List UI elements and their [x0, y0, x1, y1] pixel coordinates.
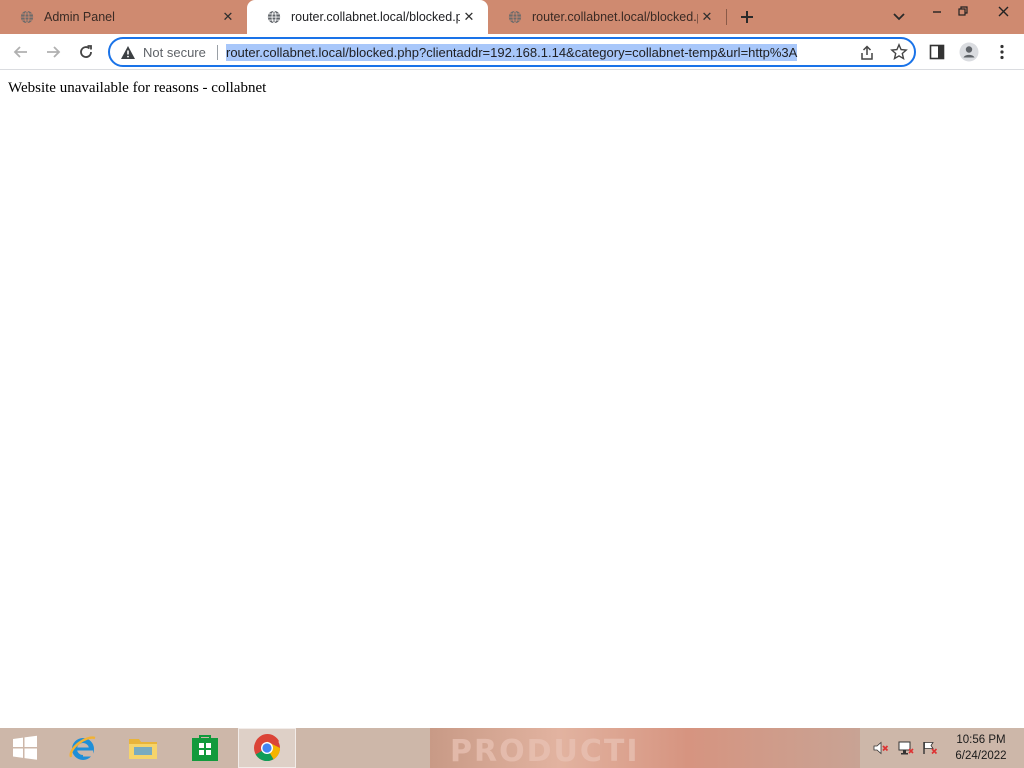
tab-admin-panel[interactable]: Admin Panel ✕ — [0, 0, 247, 34]
internet-explorer-icon — [69, 736, 96, 760]
reload-button[interactable] — [75, 41, 97, 63]
arrow-right-icon — [47, 46, 61, 58]
tab-title: Admin Panel — [44, 10, 115, 24]
internet-explorer-button[interactable] — [54, 728, 112, 768]
folder-icon — [129, 739, 157, 759]
reload-icon — [80, 45, 92, 58]
flag-icon — [923, 742, 938, 755]
store-icon — [192, 735, 218, 761]
address-divider — [217, 45, 218, 60]
browser-menu-button[interactable] — [992, 42, 1012, 62]
warning-icon[interactable] — [120, 45, 136, 60]
globe-icon — [20, 10, 34, 24]
windows-store-button[interactable] — [176, 728, 234, 768]
minimize-icon — [933, 11, 941, 13]
profile-button[interactable] — [959, 42, 979, 62]
file-explorer-button[interactable] — [114, 728, 172, 768]
network-button[interactable] — [897, 740, 915, 756]
browser-toolbar: Not secure router.collabnet.local/blocke… — [0, 34, 1024, 70]
close-icon — [998, 6, 1008, 16]
tab-strip: Admin Panel ✕ router.collabnet.local/blo… — [0, 0, 1024, 34]
restore-button[interactable] — [948, 0, 978, 22]
tab-title: router.collabnet.local/blocked.php — [532, 10, 698, 24]
star-icon[interactable] — [890, 43, 908, 61]
close-tab-icon[interactable]: ✕ — [460, 8, 478, 26]
avatar-icon — [959, 42, 979, 62]
taskbar: PRODUCTI 10:56 PM 6/24/2022 — [0, 728, 1024, 768]
volume-muted-button[interactable] — [872, 740, 890, 756]
globe-icon — [267, 10, 281, 24]
action-center-button[interactable] — [921, 740, 939, 756]
tab-blocked-active[interactable]: router.collabnet.local/blocked.php ✕ — [247, 0, 488, 34]
wallpaper-text: PRODUCTI — [450, 734, 640, 768]
forward-button[interactable] — [42, 41, 64, 63]
chevron-down-icon — [893, 13, 905, 21]
new-tab-button[interactable] — [736, 7, 758, 27]
url-text[interactable]: router.collabnet.local/blocked.php?clien… — [226, 43, 850, 62]
arrow-left-icon — [13, 46, 27, 58]
google-chrome-button[interactable] — [238, 728, 296, 768]
security-status[interactable]: Not secure — [143, 45, 206, 60]
chrome-icon — [254, 734, 281, 762]
restore-icon — [958, 6, 968, 16]
close-window-button[interactable] — [982, 0, 1024, 22]
kebab-menu-icon — [1000, 44, 1004, 60]
url-selection: router.collabnet.local/blocked.php?clien… — [226, 44, 798, 61]
tab-separator — [726, 9, 727, 25]
side-panel-icon — [929, 44, 945, 60]
tab-search-button[interactable] — [888, 8, 910, 26]
close-tab-icon[interactable]: ✕ — [219, 8, 237, 26]
globe-icon — [508, 10, 522, 24]
back-button[interactable] — [10, 41, 32, 63]
share-icon[interactable] — [858, 44, 876, 62]
clock-date: 6/24/2022 — [955, 750, 1007, 762]
page-viewport: Website unavailable for reasons - collab… — [0, 71, 1024, 728]
speaker-muted-icon — [873, 741, 889, 755]
start-button[interactable] — [0, 728, 50, 768]
tab-blocked-2[interactable]: router.collabnet.local/blocked.php ✕ — [488, 0, 726, 34]
clock-time: 10:56 PM — [956, 734, 1006, 746]
blocked-message: Website unavailable for reasons - collab… — [8, 80, 267, 96]
network-icon — [898, 741, 914, 755]
system-clock[interactable]: 10:56 PM 6/24/2022 — [944, 732, 1018, 764]
plus-icon — [741, 11, 753, 23]
side-panel-button[interactable] — [927, 42, 947, 62]
close-tab-icon[interactable]: ✕ — [698, 8, 716, 26]
windows-logo-icon — [13, 735, 37, 760]
address-bar[interactable]: Not secure router.collabnet.local/blocke… — [108, 37, 916, 67]
tab-title: router.collabnet.local/blocked.php — [291, 10, 460, 24]
